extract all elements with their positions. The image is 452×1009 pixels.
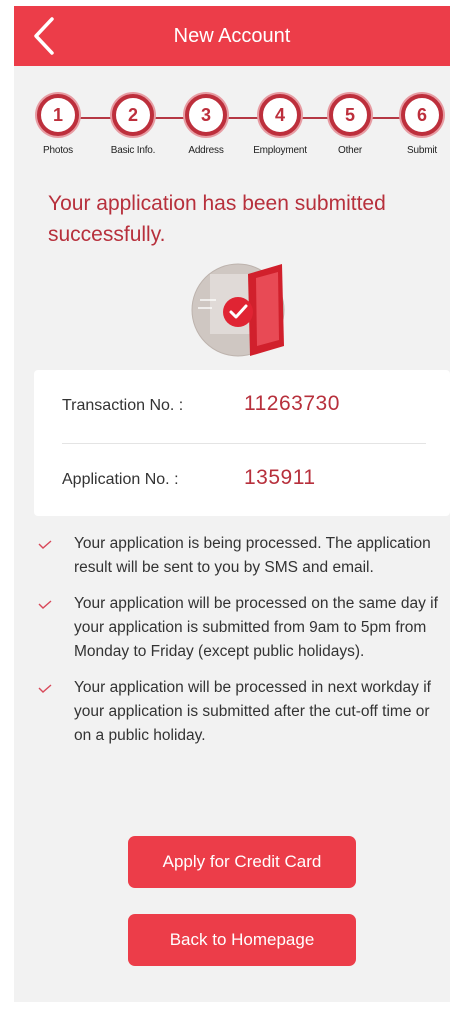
application-number: 135911 [244, 466, 316, 489]
step-label: Photos [43, 145, 73, 156]
check-icon [38, 540, 52, 549]
step-number: 1 [37, 94, 79, 136]
check-icon [38, 600, 52, 609]
step-photos: 1 Photos [23, 94, 93, 156]
note-item: Your application will be processed in ne… [34, 676, 448, 748]
step-other: 5 Other [315, 94, 385, 156]
step-label: Employment [253, 145, 307, 156]
step-number: 2 [112, 94, 154, 136]
note-text: Your application will be processed on th… [74, 595, 438, 660]
note-item: Your application will be processed on th… [34, 592, 448, 664]
step-number: 4 [259, 94, 301, 136]
step-basic-info: 2 Basic Info. [98, 94, 168, 156]
application-label: Application No. : [62, 471, 179, 488]
transaction-row: Transaction No. : 11263730 [34, 370, 450, 442]
progress-stepper: 1 Photos 2 Basic Info. 3 Address 4 Emplo… [14, 94, 450, 170]
step-employment: 4 Employment [245, 94, 315, 156]
submitted-document-check-icon [191, 263, 285, 357]
step-label: Address [188, 145, 224, 156]
step-address: 3 Address [171, 94, 241, 156]
step-number: 5 [329, 94, 371, 136]
step-label: Submit [407, 145, 437, 156]
step-label: Other [337, 145, 362, 156]
check-icon [38, 684, 52, 693]
success-message: Your application has been submitted succ… [48, 192, 386, 246]
transaction-number: 11263730 [244, 392, 340, 415]
back-to-homepage-button[interactable]: Back to Homepage [128, 914, 356, 966]
new-account-screen: New Account 1 Photos 2 Basic Info. 3 Add… [14, 6, 450, 1002]
step-number: 6 [401, 94, 443, 136]
transaction-label: Transaction No. : [62, 397, 184, 414]
processing-notes: Your application is being processed. The… [34, 532, 448, 760]
page-title: New Account [173, 25, 291, 47]
step-submit: 6 Submit [387, 94, 450, 156]
note-text: Your application will be processed in ne… [74, 679, 431, 744]
note-item: Your application is being processed. The… [34, 532, 448, 580]
application-details-card: Transaction No. : 11263730 Application N… [34, 370, 450, 516]
application-row: Application No. : 135911 [34, 444, 450, 516]
note-text: Your application is being processed. The… [74, 535, 431, 576]
step-label: Basic Info. [110, 145, 156, 156]
app-header: New Account [14, 6, 450, 66]
apply-credit-card-button[interactable]: Apply for Credit Card [128, 836, 356, 888]
step-number: 3 [185, 94, 227, 136]
